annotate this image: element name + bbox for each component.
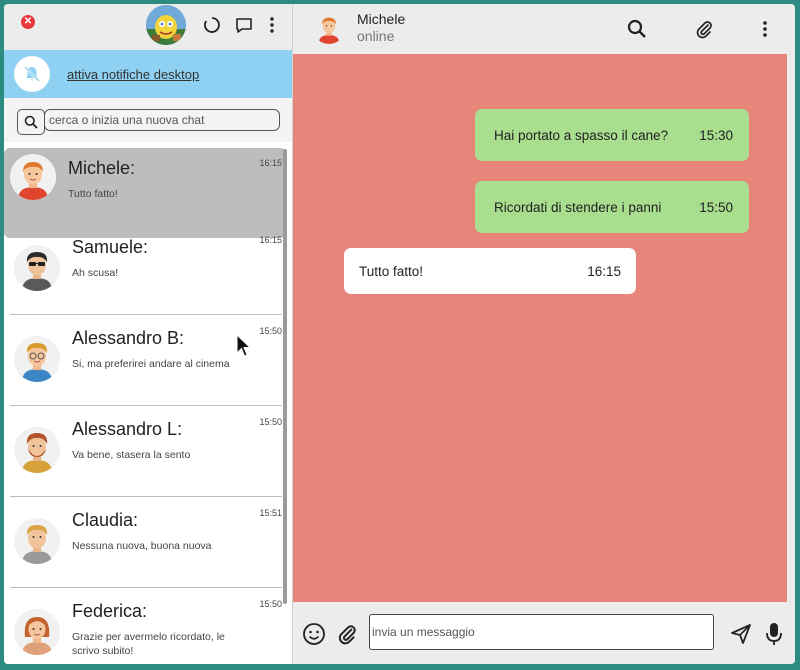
search-icon[interactable] [625,17,649,41]
chat-name: Michele: [68,158,136,178]
message-time: 15:30 [699,127,733,143]
app-window: ✕ attiva notifiche desktop cerca o inizi… [4,4,795,664]
menu-dots-icon[interactable] [753,17,777,41]
sidebar-header: ✕ [4,4,292,50]
chat-name: Claudia: [72,510,139,530]
emoji-icon[interactable] [301,621,327,647]
message-text: Tutto fatto! [359,263,424,279]
chat-time: 15:50 [259,326,282,336]
chat-item-alessandro-l[interactable]: Alessandro L: 15:50 Va bene, stasera la … [10,407,282,497]
search-input[interactable] [44,109,280,131]
chat-list-scrollbar[interactable] [283,149,287,604]
chat-time: 16:15 [259,158,282,168]
chat-preview: Nessuna nuova, buona nuova [72,540,212,552]
message-time: 15:50 [699,199,733,215]
avatar [14,245,60,291]
menu-dots-icon[interactable] [261,14,283,36]
search-icon[interactable] [17,109,45,135]
chat-time: 16:15 [259,235,282,245]
chat-item-claudia[interactable]: Claudia: 15:51 Nessuna nuova, buona nuov… [10,498,282,588]
bell-off-icon [14,56,50,92]
status-circle-icon[interactable] [201,14,223,36]
chat-preview: Si, ma preferirei andare al cinema [72,358,230,370]
microphone-icon[interactable] [761,621,787,647]
contact-avatar[interactable] [313,12,345,44]
chat-preview: Va bene, stasera la sento [72,449,191,461]
attachment-icon[interactable] [692,17,716,41]
chat-time: 15:50 [259,417,282,427]
chat-list: Michele: 16:15 Tutto fatto! Samuele: 16:… [4,142,292,664]
chat-time: 15:50 [259,599,282,609]
enable-notifications-link[interactable]: attiva notifiche desktop [67,67,199,82]
contact-name: Michele [357,11,406,27]
contact-status: online [357,28,395,44]
notification-banner: attiva notifiche desktop [4,50,292,98]
chat-name: Alessandro B: [72,328,185,348]
chat-time: 15:51 [259,508,282,518]
chat-item-samuele[interactable]: Samuele: 16:15 Ah scusa! [10,225,282,315]
my-avatar[interactable] [146,5,186,45]
chat-preview: Tutto fatto! [68,188,118,200]
message-area: Hai portato a spasso il cane? 15:30 Rico… [293,54,787,602]
message-bubble-sent[interactable]: Ricordati di stendere i panni 15:50 [475,181,749,233]
avatar [14,336,60,382]
chat-preview: Ah scusa! [72,267,119,279]
message-text: Hai portato a spasso il cane? [494,127,669,143]
message-time: 16:15 [587,263,621,279]
chat-name: Samuele: [72,237,149,257]
message-bubble-sent[interactable]: Hai portato a spasso il cane? 15:30 [475,109,749,161]
chat-preview: Grazie per avermelo ricordato, le scrivo… [72,631,225,657]
chat-name: Alessandro L: [72,419,183,439]
avatar [14,609,60,655]
avatar [14,518,60,564]
chat-name: Federica: [72,601,148,621]
send-icon[interactable] [728,621,754,647]
conversation-header: Michele online [293,4,795,54]
new-chat-icon[interactable] [233,14,255,36]
chat-item-federica[interactable]: Federica: 15:50 Grazie per avermelo rico… [10,589,282,664]
avatar [14,427,60,473]
mouse-cursor-icon [236,333,252,363]
avatar [10,154,56,200]
message-composer [293,602,795,664]
message-text: Ricordati di stendere i panni [494,199,662,215]
message-bubble-received[interactable]: Tutto fatto! 16:15 [344,248,636,294]
search-bar [4,98,292,142]
attachment-icon[interactable] [334,621,360,647]
close-icon[interactable]: ✕ [21,15,35,29]
message-input[interactable] [369,614,714,650]
